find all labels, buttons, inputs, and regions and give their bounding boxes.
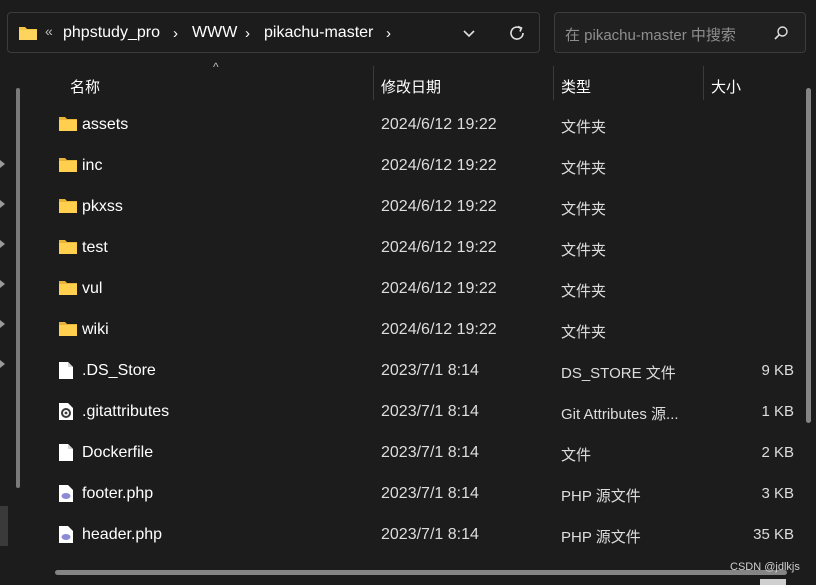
- file-icon: [58, 361, 74, 384]
- file-type: PHP 源文件: [561, 488, 641, 505]
- file-row[interactable]: vul 2024/6/12 19:22 文件夹: [31, 268, 806, 309]
- file-type: 文件夹: [561, 119, 607, 136]
- expand-arrow-icon[interactable]: [0, 360, 5, 368]
- nav-pane-scrollbar[interactable]: [16, 88, 20, 488]
- file-row[interactable]: inc 2024/6/12 19:22 文件夹: [31, 145, 806, 186]
- file-name[interactable]: vul: [82, 280, 102, 298]
- breadcrumb-separator-icon[interactable]: ›: [386, 25, 391, 42]
- folder-icon: [58, 279, 78, 300]
- file-type: Git Attributes 源...: [561, 406, 679, 423]
- expand-arrow-icon[interactable]: [0, 280, 5, 288]
- expand-arrow-icon[interactable]: [0, 320, 5, 328]
- column-divider[interactable]: [373, 66, 374, 100]
- php-file-icon: [58, 525, 74, 548]
- folder-icon: [58, 320, 78, 341]
- refresh-icon[interactable]: [508, 24, 526, 46]
- breadcrumb-www[interactable]: WWW: [192, 24, 237, 42]
- search-icon[interactable]: [773, 25, 789, 45]
- file-row[interactable]: test 2024/6/12 19:22 文件夹: [31, 227, 806, 268]
- file-date: 2024/6/12 19:22: [381, 321, 497, 338]
- column-header-size[interactable]: 大小: [711, 76, 741, 97]
- file-name[interactable]: .DS_Store: [82, 362, 156, 380]
- breadcrumb-pikachu-master[interactable]: pikachu-master: [264, 24, 373, 42]
- file-type: PHP 源文件: [561, 529, 641, 546]
- file-date: 2023/7/1 8:14: [381, 526, 479, 543]
- file-row[interactable]: pkxss 2024/6/12 19:22 文件夹: [31, 186, 806, 227]
- file-row[interactable]: .DS_Store 2023/7/1 8:14 DS_STORE 文件 9 KB: [31, 350, 806, 391]
- column-divider[interactable]: [553, 66, 554, 100]
- expand-arrow-icon[interactable]: [0, 240, 5, 248]
- file-date: 2023/7/1 8:14: [381, 485, 479, 502]
- watermark: CSDN @jdlkjs: [730, 561, 800, 573]
- nav-pane-selection: [0, 506, 8, 546]
- horizontal-scrollbar[interactable]: [55, 570, 787, 575]
- file-name[interactable]: Dockerfile: [82, 444, 153, 462]
- file-row[interactable]: wiki 2024/6/12 19:22 文件夹: [31, 309, 806, 350]
- file-name[interactable]: .gitattributes: [82, 403, 169, 421]
- column-header-type[interactable]: 类型: [561, 76, 591, 97]
- file-date: 2024/6/12 19:22: [381, 198, 497, 215]
- php-file-icon: [58, 484, 74, 507]
- file-name[interactable]: test: [82, 239, 108, 257]
- file-size: 35 KB: [753, 526, 794, 543]
- column-divider[interactable]: [703, 66, 704, 100]
- folder-icon: [58, 197, 78, 218]
- file-type: 文件夹: [561, 324, 607, 341]
- breadcrumb-separator-icon[interactable]: ›: [245, 25, 250, 42]
- file-type: 文件夹: [561, 201, 607, 218]
- file-date: 2023/7/1 8:14: [381, 444, 479, 461]
- file-row[interactable]: header.php 2023/7/1 8:14 PHP 源文件 35 KB: [31, 514, 806, 555]
- file-type: DS_STORE 文件: [561, 365, 676, 382]
- search-placeholder[interactable]: 在 pikachu-master 中搜索: [565, 24, 736, 45]
- file-name[interactable]: pkxss: [82, 198, 123, 216]
- file-type: 文件: [561, 447, 592, 464]
- file-date: 2023/7/1 8:14: [381, 362, 479, 379]
- file-date: 2024/6/12 19:22: [381, 116, 497, 133]
- file-date: 2023/7/1 8:14: [381, 403, 479, 420]
- column-header-name[interactable]: 名称: [70, 76, 100, 97]
- file-type: 文件夹: [561, 283, 607, 300]
- sort-ascending-icon: ^: [213, 60, 219, 74]
- breadcrumb-separator-icon[interactable]: ›: [173, 25, 178, 42]
- column-header-row: ^ 名称 修改日期 类型 大小: [31, 60, 806, 102]
- gear-file-icon: [58, 402, 74, 425]
- file-size: 2 KB: [761, 444, 794, 461]
- file-name[interactable]: inc: [82, 157, 102, 175]
- address-bar[interactable]: « phpstudy_pro › WWW › pikachu-master ›: [7, 12, 540, 53]
- file-name[interactable]: footer.php: [82, 485, 153, 503]
- expand-arrow-icon[interactable]: [0, 200, 5, 208]
- folder-icon: [58, 238, 78, 259]
- chevron-down-icon[interactable]: [462, 26, 476, 44]
- breadcrumb-phpstudy-pro[interactable]: phpstudy_pro: [63, 24, 160, 42]
- file-size: 1 KB: [761, 403, 794, 420]
- file-row[interactable]: assets 2024/6/12 19:22 文件夹: [31, 104, 806, 145]
- file-size: 9 KB: [761, 362, 794, 379]
- file-name[interactable]: header.php: [82, 526, 162, 544]
- file-date: 2024/6/12 19:22: [381, 157, 497, 174]
- file-type: 文件夹: [561, 242, 607, 259]
- file-row[interactable]: Dockerfile 2023/7/1 8:14 文件 2 KB: [31, 432, 806, 473]
- file-row[interactable]: footer.php 2023/7/1 8:14 PHP 源文件 3 KB: [31, 473, 806, 514]
- file-type: 文件夹: [561, 160, 607, 177]
- file-date: 2024/6/12 19:22: [381, 280, 497, 297]
- folder-icon: [58, 115, 78, 136]
- search-box[interactable]: 在 pikachu-master 中搜索: [554, 12, 806, 53]
- scrollbar-corner: [760, 579, 786, 585]
- file-date: 2024/6/12 19:22: [381, 239, 497, 256]
- vertical-scrollbar[interactable]: [806, 88, 811, 423]
- folder-icon: [18, 25, 38, 45]
- file-icon: [58, 443, 74, 466]
- column-header-date[interactable]: 修改日期: [381, 76, 441, 97]
- navigation-bar: « phpstudy_pro › WWW › pikachu-master › …: [0, 0, 816, 66]
- expand-arrow-icon[interactable]: [0, 160, 5, 168]
- file-row[interactable]: .gitattributes 2023/7/1 8:14 Git Attribu…: [31, 391, 806, 432]
- file-size: 3 KB: [761, 485, 794, 502]
- file-name[interactable]: wiki: [82, 321, 109, 339]
- file-name[interactable]: assets: [82, 116, 128, 134]
- folder-icon: [58, 156, 78, 177]
- overflow-chevron[interactable]: «: [45, 23, 53, 39]
